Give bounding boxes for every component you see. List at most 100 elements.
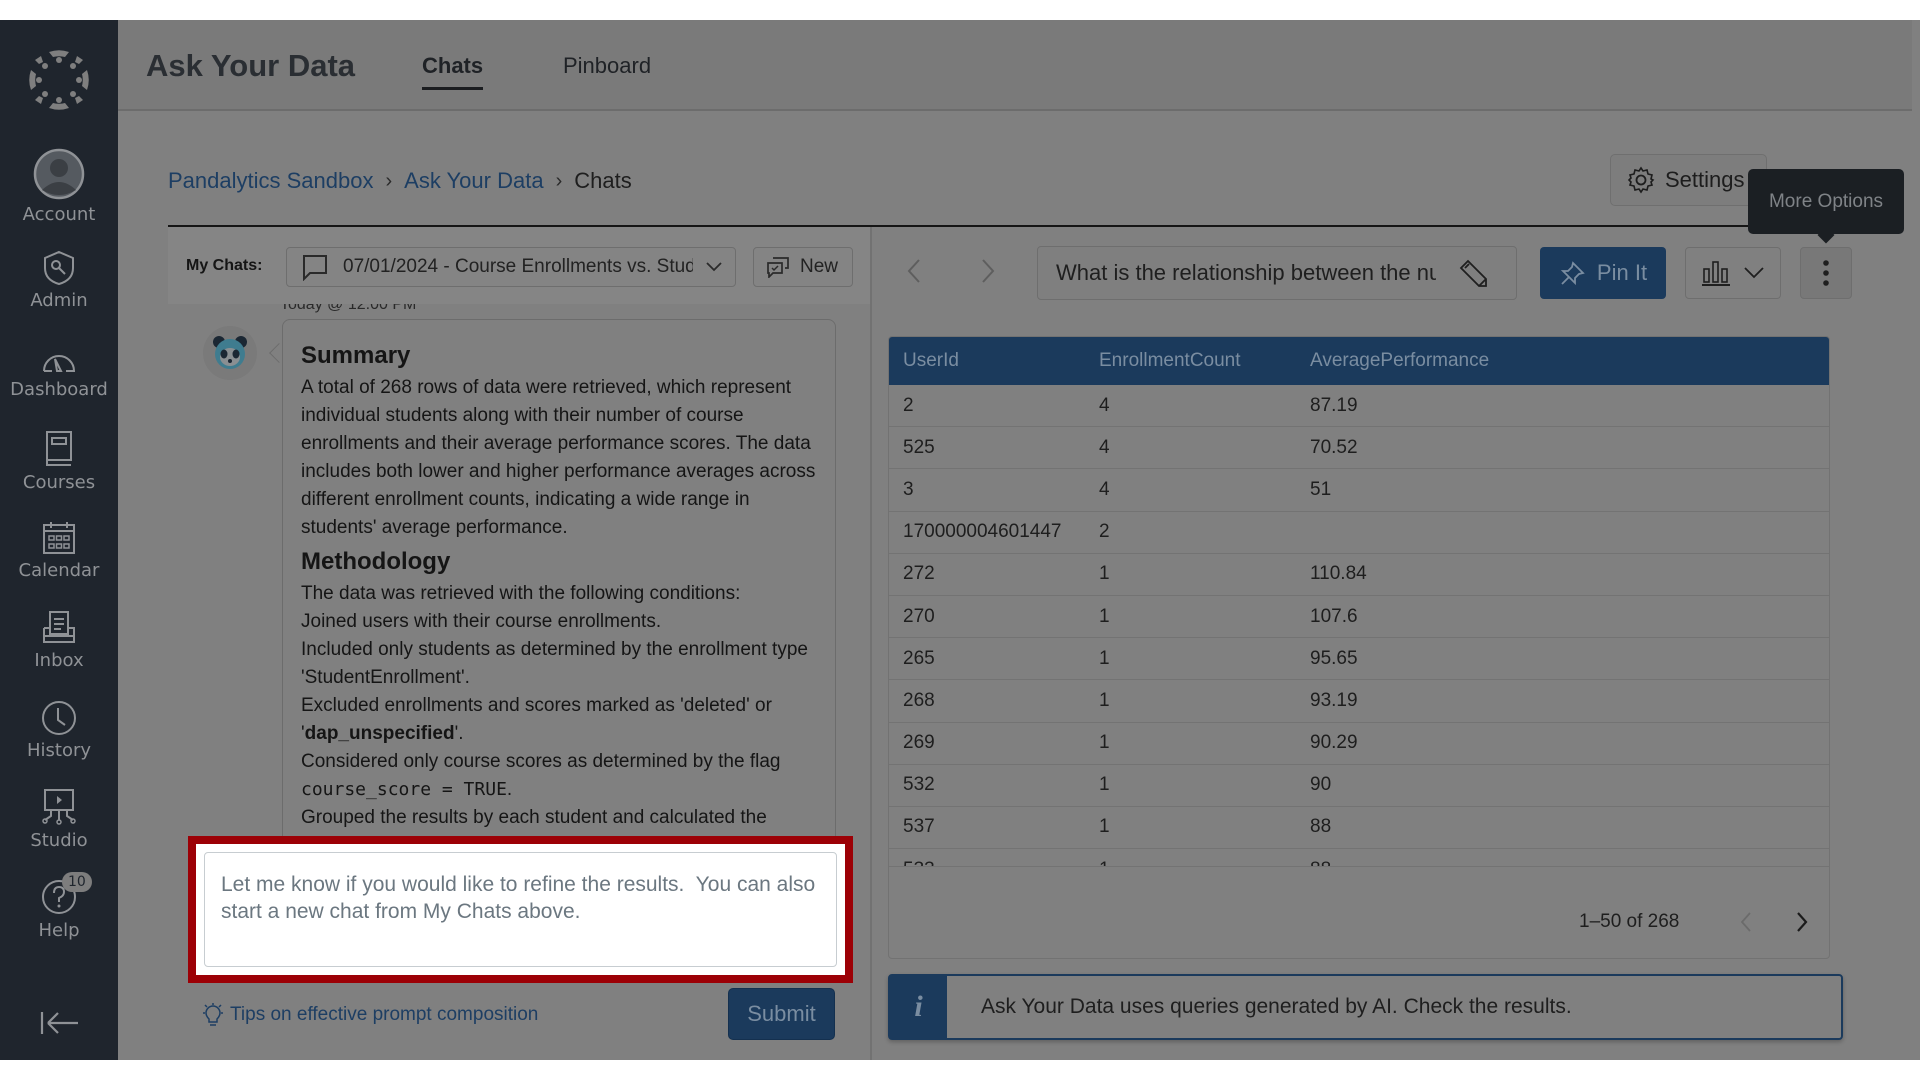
table-row[interactable]: 268 1 93.19 bbox=[889, 680, 1829, 723]
table-cell: 1 bbox=[1099, 732, 1110, 754]
pencil-icon[interactable] bbox=[1458, 259, 1488, 289]
tips-link[interactable]: Tips on effective prompt composition bbox=[202, 1002, 538, 1028]
table-cell: 51 bbox=[1310, 478, 1332, 500]
avatar bbox=[203, 326, 257, 380]
column-header[interactable]: UserId bbox=[889, 350, 1099, 372]
nav-history-label: History bbox=[26, 740, 92, 761]
table-row[interactable]: 269 1 90.29 bbox=[889, 723, 1829, 765]
query-field[interactable]: What is the relationship between the num… bbox=[1037, 246, 1517, 300]
nav-dashboard-label: Dashboard bbox=[10, 379, 108, 400]
table-cell: 107.6 bbox=[1310, 605, 1358, 627]
table-cell: 265 bbox=[903, 647, 935, 669]
table-cell: 525 bbox=[903, 436, 935, 458]
app-title: Ask Your Data bbox=[146, 48, 356, 83]
table-row[interactable]: 170000004601447 2 bbox=[889, 512, 1829, 554]
table-body[interactable]: 2 4 87.19 525 4 70.52 3 4 51 170000004601447 2 272 1… bbox=[889, 385, 1829, 866]
table-cell: 272 bbox=[903, 563, 935, 585]
table-cell: 1 bbox=[1099, 563, 1110, 585]
chart-type-button[interactable] bbox=[1685, 247, 1781, 299]
my-chats-bar: My Chats: 07/01/2024 - Course Enrollment… bbox=[168, 227, 870, 304]
canvas-logo-icon[interactable] bbox=[27, 48, 91, 112]
table-row[interactable]: 270 1 107.6 bbox=[889, 596, 1829, 639]
table-row[interactable]: 533188 bbox=[889, 849, 1829, 866]
nav-help-label: Help bbox=[38, 920, 80, 941]
query-text: What is the relationship between the num… bbox=[1056, 260, 1436, 285]
nav-courses[interactable]: Courses bbox=[0, 430, 118, 493]
table-cell: 270 bbox=[903, 605, 935, 627]
nav-help[interactable]: 10 Help bbox=[0, 872, 118, 941]
app-header: Ask Your Data Chats Pinboard bbox=[118, 20, 1912, 111]
nav-admin[interactable]: Admin bbox=[0, 250, 118, 311]
nav-calendar[interactable]: Calendar bbox=[0, 520, 118, 581]
panda-avatar-icon bbox=[213, 336, 247, 369]
next-page-icon[interactable] bbox=[1795, 911, 1809, 933]
dashboard-icon bbox=[43, 355, 76, 372]
page: Account Admin Dashboard Courses Calendar… bbox=[0, 20, 1920, 1060]
submit-button[interactable]: Submit bbox=[728, 988, 835, 1040]
courses-icon bbox=[46, 431, 72, 466]
table-row[interactable]: 537 1 88 bbox=[889, 807, 1829, 850]
chat-select-value: 07/01/2024 - Course Enrollments vs. Stud… bbox=[343, 256, 693, 277]
nav-inbox[interactable]: Inbox bbox=[0, 610, 118, 671]
table-row[interactable]: 3 4 51 bbox=[889, 469, 1829, 512]
table-row[interactable]: 525 4 70.52 bbox=[889, 427, 1829, 470]
bar-chart-icon bbox=[1702, 261, 1730, 286]
info-icon: i bbox=[890, 976, 947, 1038]
tab-pinboard[interactable]: Pinboard bbox=[563, 53, 651, 87]
tab-chats[interactable]: Chats bbox=[422, 53, 484, 90]
table-row[interactable]: 532 1 90 bbox=[889, 765, 1829, 807]
nav-history[interactable]: History bbox=[0, 700, 118, 761]
methodology-heading: Methodology bbox=[301, 548, 451, 575]
summary-heading: Summary bbox=[301, 342, 411, 369]
pin-it-button[interactable]: Pin It bbox=[1540, 247, 1666, 299]
new-chat-button[interactable]: New bbox=[753, 247, 853, 287]
ai-info-banner: i Ask Your Data uses queries generated b… bbox=[888, 974, 1843, 1040]
table-cell: 532 bbox=[903, 774, 935, 796]
highlight-box bbox=[188, 836, 853, 983]
my-chats-label: My Chats: bbox=[186, 257, 263, 274]
next-query-icon[interactable] bbox=[972, 256, 1002, 286]
message-timestamp: Today @ 12:00 PM bbox=[280, 304, 417, 313]
table-cell: 4 bbox=[1099, 478, 1110, 500]
pin-icon bbox=[1560, 261, 1585, 286]
more-vertical-icon bbox=[1823, 260, 1829, 286]
table-row[interactable]: 2 4 87.19 bbox=[889, 385, 1829, 428]
methodology-line: Included only students as determined by … bbox=[301, 639, 808, 688]
chat-select[interactable]: 07/01/2024 - Course Enrollments vs. Stud… bbox=[286, 247, 736, 287]
prompt-input[interactable] bbox=[204, 852, 837, 967]
nav-courses-label: Courses bbox=[22, 472, 96, 493]
table-row[interactable]: 265 1 95.65 bbox=[889, 638, 1829, 681]
breadcrumb-pandalytics-sandbox[interactable]: Pandalytics Sandbox bbox=[168, 168, 373, 194]
table-cell: 4 bbox=[1099, 436, 1110, 458]
nav-account-label: Account bbox=[22, 204, 96, 225]
table-cell: 2 bbox=[903, 394, 914, 416]
methodology-bold: dap_unspecified bbox=[304, 723, 455, 744]
table-cell: 1 bbox=[1099, 689, 1110, 711]
nav-studio[interactable]: Studio bbox=[0, 788, 118, 851]
inbox-icon bbox=[43, 611, 75, 643]
nav-dashboard[interactable]: Dashboard bbox=[0, 345, 118, 400]
column-header[interactable]: EnrollmentCount bbox=[1099, 350, 1310, 372]
chat-history: Today @ 12:00 PM Summary A total of 268 … bbox=[168, 304, 868, 856]
chevron-right-icon: › bbox=[555, 169, 563, 192]
studio-icon bbox=[42, 789, 76, 825]
table-row[interactable]: 272 1 110.84 bbox=[889, 554, 1829, 596]
settings-button[interactable]: Settings bbox=[1610, 154, 1767, 206]
previous-page-icon[interactable] bbox=[1739, 911, 1753, 933]
previous-query-icon[interactable] bbox=[900, 256, 930, 286]
more-options-button[interactable] bbox=[1800, 247, 1852, 299]
nav-admin-label: Admin bbox=[30, 290, 88, 311]
summary-text: A total of 268 rows of data were retriev… bbox=[301, 377, 816, 538]
table-cell: 88 bbox=[1310, 859, 1710, 866]
tips-label: Tips on effective prompt composition bbox=[230, 1004, 539, 1025]
column-header[interactable]: AveragePerformance bbox=[1310, 350, 1710, 372]
page-info: 1–50 of 268 bbox=[1579, 911, 1680, 932]
new-chat-icon bbox=[767, 257, 789, 278]
table-cell: 90.29 bbox=[1310, 732, 1358, 754]
info-banner-text: Ask Your Data uses queries generated by … bbox=[981, 995, 1572, 1018]
table-cell: 87.19 bbox=[1310, 394, 1358, 416]
table-cell: 268 bbox=[903, 689, 935, 711]
breadcrumb-ask-your-data[interactable]: Ask Your Data bbox=[404, 168, 543, 194]
nav-account[interactable]: Account bbox=[0, 148, 118, 225]
collapse-nav-icon[interactable] bbox=[38, 1008, 80, 1038]
